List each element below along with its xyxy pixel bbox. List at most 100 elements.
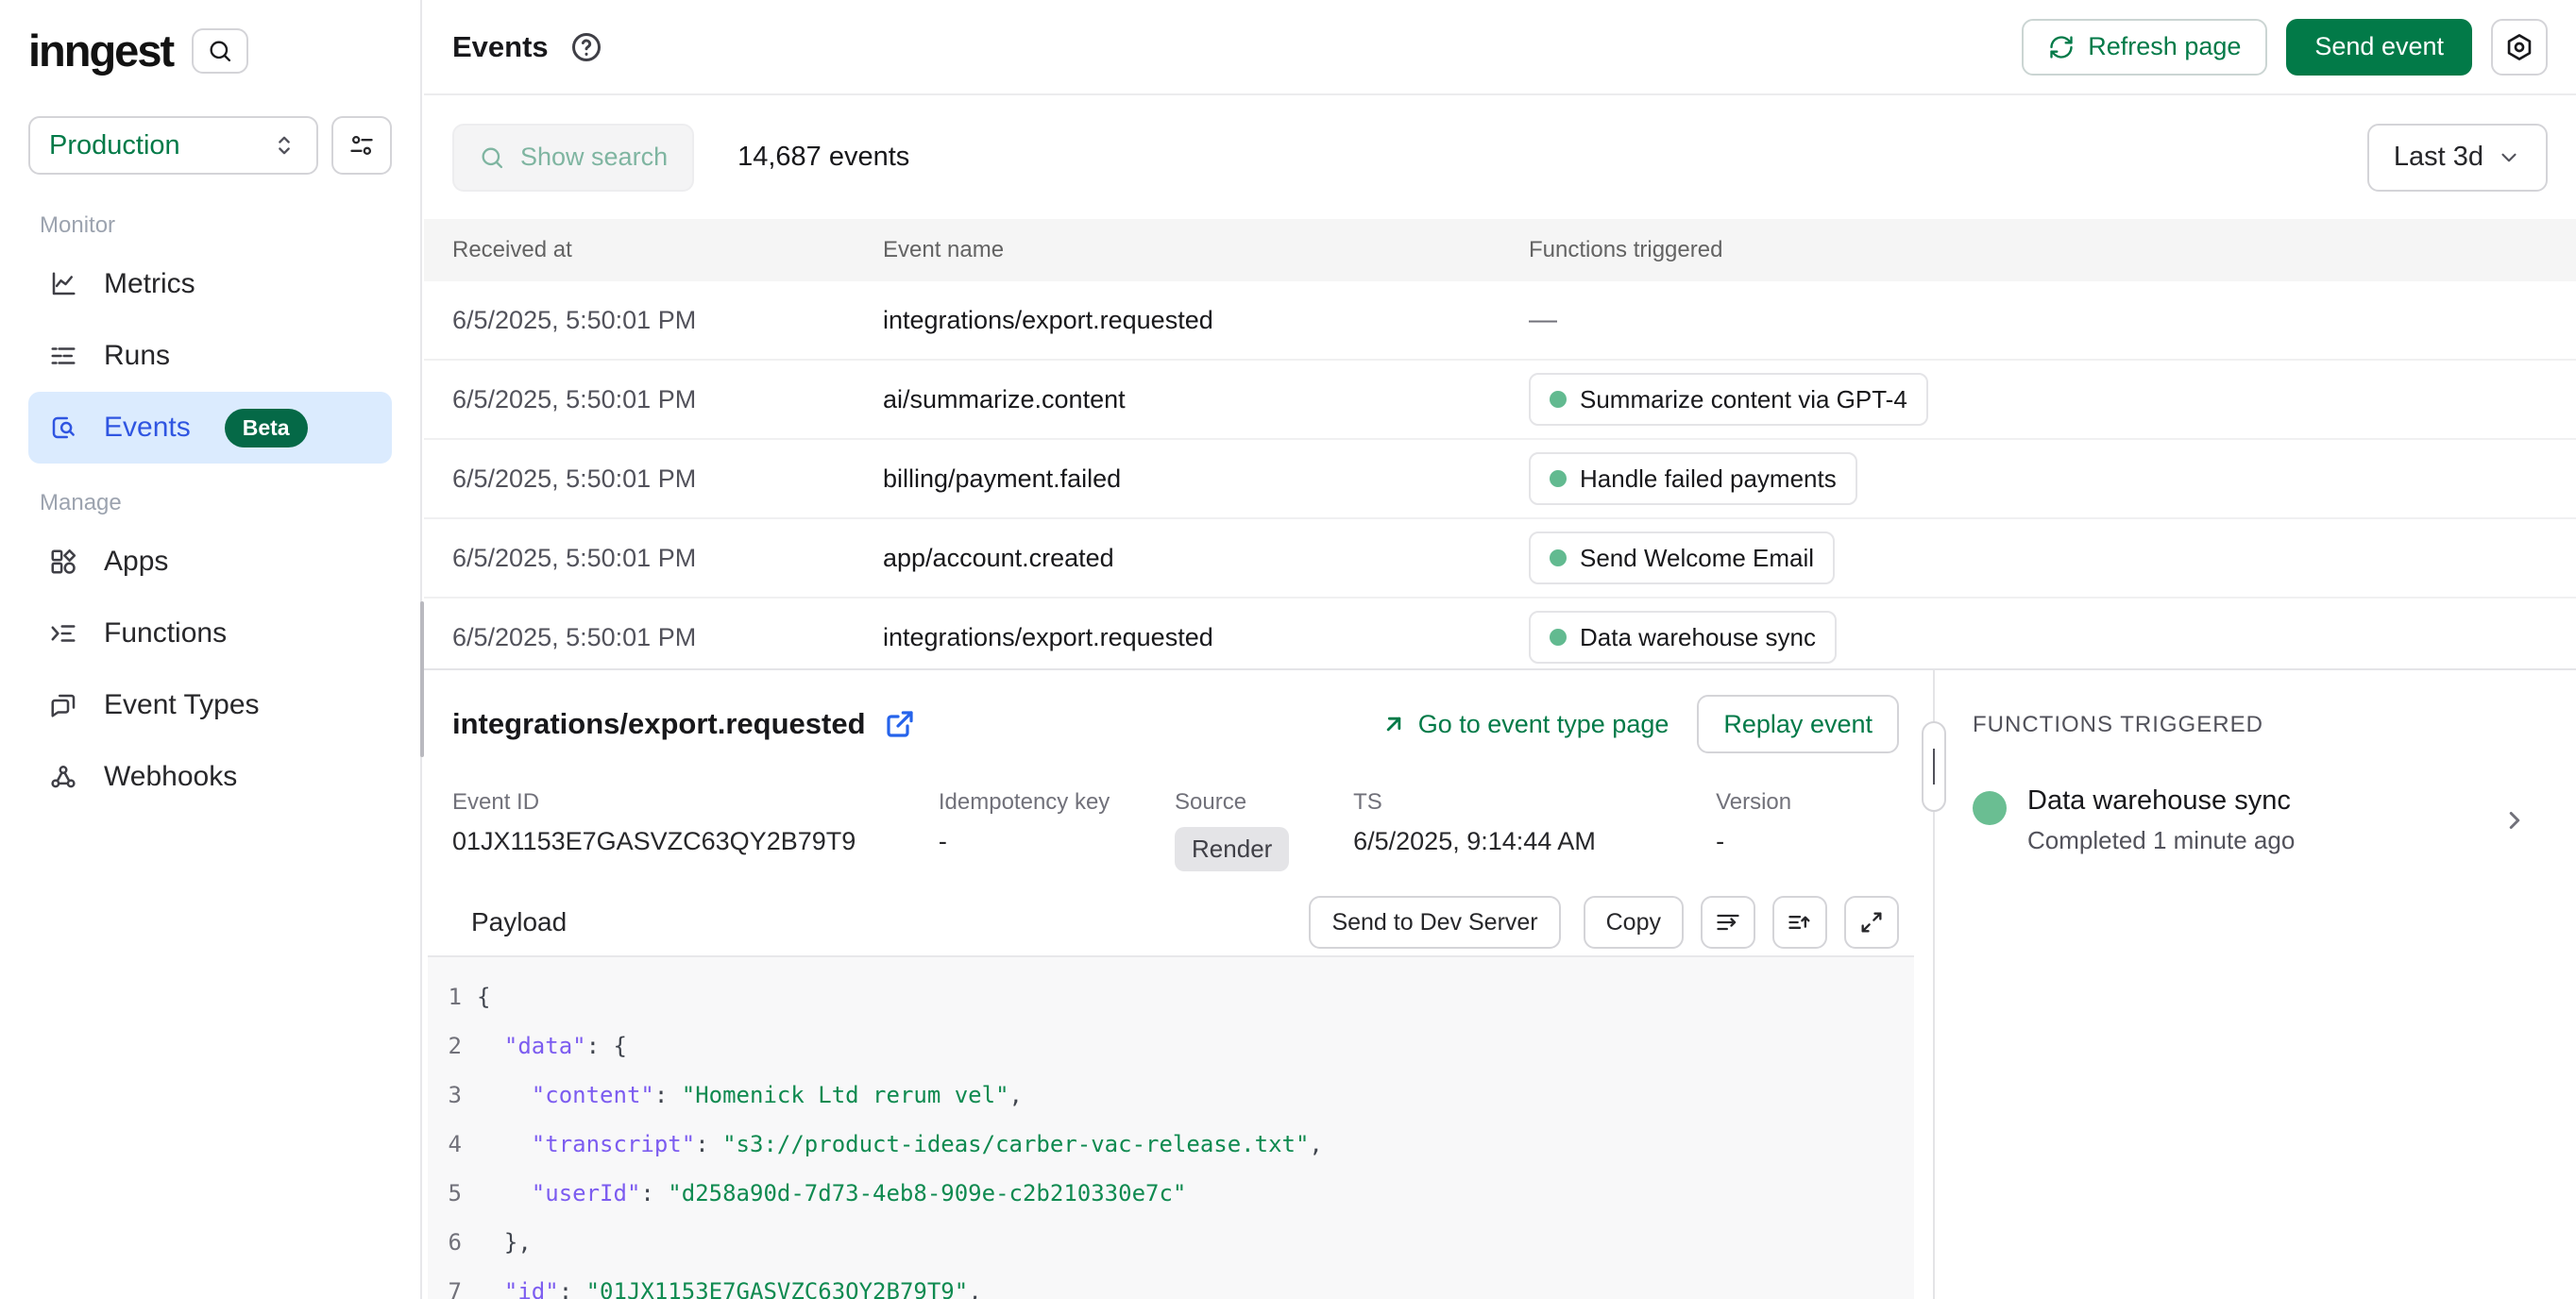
show-search-button[interactable]: Show search xyxy=(452,124,694,192)
meta-label: Event ID xyxy=(452,789,939,816)
meta-label: Version xyxy=(1716,789,1899,816)
event-functions-cell: Data warehouse sync xyxy=(1529,611,2576,664)
line-number: 6 xyxy=(447,1229,462,1256)
line-number: 5 xyxy=(447,1180,462,1206)
event-received-at: 6/5/2025, 5:50:01 PM xyxy=(424,306,883,335)
event-name: billing/payment.failed xyxy=(883,464,1529,494)
code-line: 4 "transcript": "s3://product-ideas/carb… xyxy=(428,1120,1914,1169)
code-line: 7 "id": "01JX1153E7GASVZC63QY2B79T9", xyxy=(428,1267,1914,1299)
event-received-at: 6/5/2025, 5:50:01 PM xyxy=(424,544,883,573)
go-to-event-type-label: Go to event type page xyxy=(1418,710,1669,739)
payload-code-editor[interactable]: 1{2 "data": {3 "content": "Homenick Ltd … xyxy=(428,955,1914,1299)
sidebar: inngest Production Monitor Metrics Runs Eve… xyxy=(0,0,422,1299)
sidebar-item-functions[interactable]: Functions xyxy=(28,598,392,669)
settings-button[interactable] xyxy=(2491,19,2548,76)
event-detail-main: integrations/export.requested Go to even… xyxy=(424,670,1933,1299)
code-text: { xyxy=(477,984,490,1010)
word-wrap-icon xyxy=(1715,909,1741,936)
meta-value: 6/5/2025, 9:14:44 AM xyxy=(1353,827,1596,855)
event-types-icon xyxy=(49,691,77,719)
event-row[interactable]: 6/5/2025, 5:50:01 PMapp/account.createdS… xyxy=(424,519,2576,599)
metrics-icon xyxy=(49,270,77,298)
column-header-event-name[interactable]: Event name xyxy=(883,237,1529,263)
meta-value: - xyxy=(939,827,947,855)
code-line: 2 "data": { xyxy=(428,1021,1914,1071)
environment-selector[interactable]: Production xyxy=(28,116,318,175)
replay-event-button[interactable]: Replay event xyxy=(1697,695,1899,753)
app-root: inngest Production Monitor Metrics Runs Eve… xyxy=(0,0,2576,1299)
sidebar-item-label: Runs xyxy=(104,340,170,372)
page-title: Events xyxy=(452,30,549,64)
word-wrap-button[interactable] xyxy=(1701,896,1755,949)
events-table-header: Received at Event name Functions trigger… xyxy=(424,219,2576,281)
code-text: "content": "Homenick Ltd rerum vel", xyxy=(477,1082,1023,1108)
code-text: "data": { xyxy=(477,1033,627,1059)
meta-value: 01JX1153E7GASVZC63QY2B79T9 xyxy=(452,827,856,855)
time-range-label: Last 3d xyxy=(2394,142,2483,173)
status-dot xyxy=(1550,470,1567,487)
event-row[interactable]: 6/5/2025, 5:50:01 PMai/summarize.content… xyxy=(424,361,2576,440)
arrow-up-right-icon xyxy=(1381,711,1407,737)
event-received-at: 6/5/2025, 5:50:01 PM xyxy=(424,623,883,652)
refresh-page-label: Refresh page xyxy=(2088,32,2241,61)
help-icon[interactable] xyxy=(569,30,603,64)
chevron-down-icon xyxy=(2497,145,2521,170)
event-row[interactable]: 6/5/2025, 5:50:01 PMintegrations/export.… xyxy=(424,281,2576,361)
sidebar-item-event-types[interactable]: Event Types xyxy=(28,669,392,741)
search-icon xyxy=(479,144,505,171)
sidebar-item-apps[interactable]: Apps xyxy=(28,526,392,598)
time-range-selector[interactable]: Last 3d xyxy=(2367,124,2548,192)
payload-title: Payload xyxy=(471,907,567,937)
copy-button[interactable]: Copy xyxy=(1584,896,1684,949)
sidebar-item-label: Apps xyxy=(104,546,168,578)
show-search-label: Show search xyxy=(520,143,668,172)
sidebar-item-webhooks[interactable]: Webhooks xyxy=(28,741,392,813)
environment-filter-button[interactable] xyxy=(331,116,392,175)
function-name: Send Welcome Email xyxy=(1580,544,1814,573)
line-number: 2 xyxy=(447,1033,462,1059)
function-triggered-badge[interactable]: Summarize content via GPT-4 xyxy=(1529,373,1928,426)
sidebar-item-label: Event Types xyxy=(104,689,260,721)
function-triggered-badge[interactable]: Handle failed payments xyxy=(1529,452,1857,505)
external-link-icon[interactable] xyxy=(885,709,915,739)
expand-button[interactable] xyxy=(1844,896,1899,949)
triggered-function-item[interactable]: Data warehouse syncCompleted 1 minute ag… xyxy=(1973,785,2534,855)
line-number: 4 xyxy=(447,1131,462,1157)
main-content: Events Refresh page Send event xyxy=(424,0,2576,1299)
nav-section-label-monitor: Monitor xyxy=(40,212,381,239)
function-triggered-badge[interactable]: Send Welcome Email xyxy=(1529,531,1835,584)
move-to-top-button[interactable] xyxy=(1772,896,1827,949)
functions-triggered-list: Data warehouse syncCompleted 1 minute ag… xyxy=(1973,785,2534,855)
event-row[interactable]: 6/5/2025, 5:50:01 PMintegrations/export.… xyxy=(424,599,2576,678)
event-detail-panel: integrations/export.requested Go to even… xyxy=(424,668,2576,1299)
send-to-dev-server-button[interactable]: Send to Dev Server xyxy=(1309,896,1560,949)
events-icon xyxy=(49,413,77,442)
sidebar-search-button[interactable] xyxy=(192,28,248,74)
refresh-page-button[interactable]: Refresh page xyxy=(2022,19,2267,76)
line-number: 3 xyxy=(447,1082,462,1108)
sidebar-item-events[interactable]: EventsBeta xyxy=(28,392,392,464)
detail-event-name: integrations/export.requested xyxy=(452,707,866,741)
meta-value: - xyxy=(1716,827,1724,855)
gear-icon xyxy=(2504,32,2534,62)
go-to-event-type-link[interactable]: Go to event type page xyxy=(1381,710,1669,739)
sidebar-item-runs[interactable]: Runs xyxy=(28,320,392,392)
event-received-at: 6/5/2025, 5:50:01 PM xyxy=(424,464,883,494)
function-triggered-badge[interactable]: Data warehouse sync xyxy=(1529,611,1837,664)
column-header-received-at[interactable]: Received at xyxy=(424,237,883,263)
event-row[interactable]: 6/5/2025, 5:50:01 PMbilling/payment.fail… xyxy=(424,440,2576,519)
meta-field-ts: TS6/5/2025, 9:14:44 AM xyxy=(1353,789,1716,871)
triggered-function-name: Data warehouse sync xyxy=(2027,785,2295,817)
chevron-right-icon xyxy=(2500,806,2529,835)
sidebar-item-metrics[interactable]: Metrics xyxy=(28,248,392,320)
code-text: }, xyxy=(477,1229,532,1256)
send-event-button[interactable]: Send event xyxy=(2286,19,2472,76)
code-text: "id": "01JX1153E7GASVZC63QY2B79T9", xyxy=(477,1278,982,1299)
meta-field-idempotency-key: Idempotency key- xyxy=(939,789,1175,871)
code-line: 1{ xyxy=(428,972,1914,1021)
logo-row: inngest xyxy=(28,25,392,76)
payload-toolbar: Payload Send to Dev Server Copy xyxy=(424,871,1933,949)
events-toolbar: Show search 14,687 events Last 3d xyxy=(424,95,2576,219)
chevrons-up-down-icon xyxy=(271,132,297,159)
functions-icon xyxy=(49,619,77,648)
